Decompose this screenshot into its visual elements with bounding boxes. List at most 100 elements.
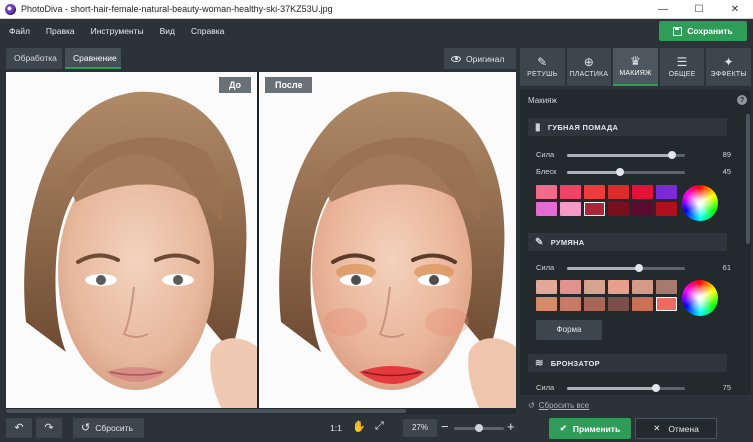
slider-fill: [567, 267, 639, 270]
tab-plastic[interactable]: ⊕ ПЛАСТИКА: [566, 48, 612, 86]
save-button[interactable]: Сохранить: [659, 21, 747, 41]
reset-all-label: Сбросить все: [538, 401, 590, 410]
slider-thumb[interactable]: [634, 264, 643, 272]
hand-icon[interactable]: ✋: [352, 420, 366, 433]
zoom-1to1-button[interactable]: 1:1: [330, 423, 342, 433]
menu-edit[interactable]: Правка: [38, 20, 83, 42]
zoom-value-field[interactable]: 27%: [403, 419, 437, 437]
photo-before[interactable]: До: [6, 72, 257, 408]
blush-color-swatch[interactable]: [584, 297, 605, 311]
slider-thumb[interactable]: [668, 151, 677, 159]
lipstick-strength-slider[interactable]: Сила 89: [536, 149, 731, 161]
save-button-label: Сохранить: [687, 26, 733, 36]
lipstick-section-header[interactable]: ▮ ГУБНАЯ ПОМАДА: [528, 118, 727, 136]
close-button[interactable]: ✕: [717, 0, 753, 19]
photo-compare-area: До После: [6, 72, 516, 408]
slider-track[interactable]: [567, 151, 685, 159]
panel-scrollbar[interactable]: [746, 114, 750, 244]
fit-screen-icon[interactable]: ⤢: [375, 420, 384, 433]
blush-swatch-grid: [536, 280, 677, 311]
blush-shape-button[interactable]: Форма: [536, 320, 602, 340]
lipstick-color-swatch[interactable]: [656, 202, 677, 216]
zoom-slider[interactable]: [454, 424, 504, 432]
original-button-label: Оригинал: [466, 53, 505, 64]
blush-color-swatch[interactable]: [560, 297, 581, 311]
lipstick-gloss-slider[interactable]: Блеск 45: [536, 166, 731, 178]
help-icon[interactable]: ?: [737, 95, 747, 105]
lipstick-color-swatch[interactable]: [656, 185, 677, 199]
blush-color-swatch[interactable]: [656, 280, 677, 294]
portrait-after-image: [259, 72, 516, 408]
lipstick-icon: ▮: [535, 121, 541, 133]
title-separator: -: [62, 4, 71, 14]
redo-button[interactable]: ↷: [36, 418, 62, 438]
blush-color-swatch[interactable]: [656, 297, 677, 311]
blush-color-swatch[interactable]: [632, 280, 653, 294]
window-title: PhotoDiva - short-hair-female-natural-be…: [21, 4, 333, 14]
bronzer-section-header[interactable]: ≋ БРОНЗАТОР: [528, 354, 727, 372]
minimize-button[interactable]: —: [645, 0, 681, 19]
reset-icon: ↺: [81, 421, 91, 434]
menu-help[interactable]: Справка: [183, 20, 232, 42]
lipstick-color-swatch[interactable]: [584, 185, 605, 199]
blush-color-swatch[interactable]: [608, 297, 629, 311]
zoom-slider-thumb[interactable]: [475, 424, 483, 432]
lipstick-color-swatch[interactable]: [560, 202, 581, 216]
blush-strength-slider[interactable]: Сила 61: [536, 262, 731, 274]
lipstick-color-swatch[interactable]: [608, 185, 629, 199]
lipstick-color-swatch[interactable]: [536, 202, 557, 216]
blush-color-swatch[interactable]: [584, 280, 605, 294]
bronzer-icon: ≋: [535, 357, 544, 369]
tab-makeup[interactable]: ♛ МАКИЯЖ: [613, 48, 658, 86]
scrollbar-thumb[interactable]: [6, 409, 406, 413]
slider-track[interactable]: [567, 384, 685, 392]
slider-thumb[interactable]: [651, 384, 660, 392]
app-logo-icon: [5, 3, 16, 15]
lipstick-title: ГУБНАЯ ПОМАДА: [547, 122, 619, 132]
apply-button[interactable]: ✔ Применить: [549, 418, 631, 439]
title-bar: PhotoDiva - short-hair-female-natural-be…: [0, 0, 753, 19]
right-panel: ✎ РЕТУШЬ ⊕ ПЛАСТИКА ♛ МАКИЯЖ ☰ ОБЩЕЕ ✦ Э…: [518, 44, 753, 414]
lipstick-gloss-value: 45: [722, 167, 731, 176]
original-button[interactable]: Оригинал: [444, 48, 516, 69]
lipstick-color-wheel[interactable]: [682, 185, 718, 221]
lipstick-color-swatch[interactable]: [560, 185, 581, 199]
lipstick-color-swatch[interactable]: [584, 202, 605, 216]
menu-bar: Файл Правка Инструменты Вид Справка Сохр…: [0, 20, 753, 42]
menu-view[interactable]: Вид: [152, 20, 183, 42]
lipstick-color-swatch[interactable]: [632, 185, 653, 199]
blush-color-swatch[interactable]: [632, 297, 653, 311]
blush-color-wheel[interactable]: [682, 280, 718, 316]
blush-section-header[interactable]: ✎ РУМЯНА: [528, 233, 727, 251]
general-icon: ☰: [676, 55, 688, 69]
tab-general[interactable]: ☰ ОБЩЕЕ: [659, 48, 705, 86]
blush-color-swatch[interactable]: [536, 297, 557, 311]
lipstick-color-swatch[interactable]: [632, 202, 653, 216]
tab-retouch[interactable]: ✎ РЕТУШЬ: [520, 48, 565, 86]
slider-track[interactable]: [567, 168, 685, 176]
menu-file[interactable]: Файл: [0, 20, 38, 42]
tab-effects[interactable]: ✦ ЭФФЕКТЫ: [706, 48, 751, 86]
slider-thumb[interactable]: [616, 168, 625, 176]
photo-after[interactable]: После: [259, 72, 516, 408]
zoom-in-button[interactable]: +: [507, 419, 515, 435]
maximize-button[interactable]: ☐: [681, 0, 717, 19]
reset-button[interactable]: ↺ Сбросить: [73, 418, 144, 438]
tab-compare[interactable]: Сравнение: [65, 48, 121, 69]
slider-fill: [567, 387, 656, 390]
zoom-out-button[interactable]: −: [441, 419, 449, 435]
menu-tools[interactable]: Инструменты: [83, 20, 152, 42]
bronzer-strength-slider[interactable]: Сила 75: [536, 382, 731, 394]
blush-color-swatch[interactable]: [560, 280, 581, 294]
blush-color-swatch[interactable]: [536, 280, 557, 294]
view-toolbar: Обработка Сравнение Оригинал: [0, 44, 516, 70]
lipstick-color-swatch[interactable]: [536, 185, 557, 199]
lipstick-color-swatch[interactable]: [608, 202, 629, 216]
cancel-button[interactable]: ✕ Отмена: [635, 418, 717, 439]
blush-color-swatch[interactable]: [608, 280, 629, 294]
reset-all-link[interactable]: ↺ Сбросить все: [528, 401, 589, 410]
tab-process[interactable]: Обработка: [6, 48, 62, 69]
undo-button[interactable]: ↶: [6, 418, 32, 438]
slider-track[interactable]: [567, 264, 685, 272]
panel-heading: Макияж: [528, 96, 557, 105]
